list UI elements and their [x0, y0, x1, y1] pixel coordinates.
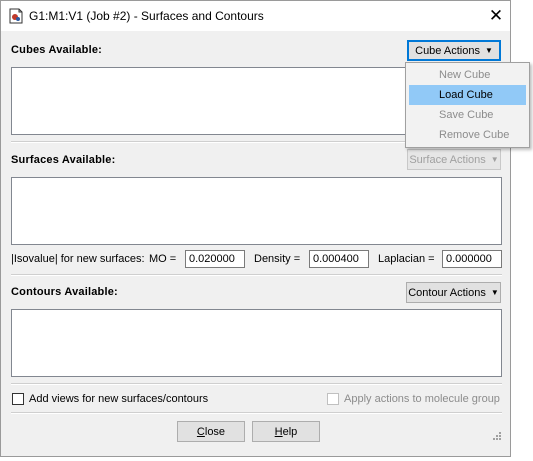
surfaces-list[interactable] — [11, 177, 502, 245]
help-button[interactable]: Help — [252, 421, 320, 442]
isovalue-label: |Isovalue| for new surfaces: — [11, 253, 145, 265]
help-button-label: Help — [274, 425, 298, 438]
divider — [11, 412, 502, 414]
app-document-icon — [9, 8, 23, 24]
surface-actions-button[interactable]: Surface Actions ▼ — [407, 149, 501, 170]
divider — [11, 383, 502, 385]
chevron-down-icon: ▼ — [484, 46, 493, 55]
close-window-icon[interactable]: ✕ — [479, 3, 513, 29]
laplacian-isovalue-field[interactable] — [442, 250, 502, 268]
cubes-heading: Cubes Available: — [11, 44, 103, 56]
close-button-label: Close — [196, 425, 226, 438]
menu-item-new-cube[interactable]: New Cube — [409, 65, 526, 85]
cube-actions-label: Cube Actions — [415, 44, 480, 57]
mo-label: MO = — [149, 253, 177, 265]
add-views-label: Add views for new surfaces/contours — [29, 393, 209, 405]
contours-list[interactable] — [11, 309, 502, 377]
chevron-down-icon: ▼ — [490, 155, 499, 164]
density-label: Density = — [254, 253, 301, 265]
apply-group-label: Apply actions to molecule group — [344, 393, 500, 405]
apply-group-checkbox[interactable] — [327, 393, 339, 405]
surfaces-heading: Surfaces Available: — [11, 154, 116, 166]
cube-actions-button[interactable]: Cube Actions ▼ — [407, 40, 501, 61]
mo-isovalue-field[interactable] — [185, 250, 245, 268]
density-isovalue-field[interactable] — [309, 250, 369, 268]
add-views-checkbox[interactable] — [12, 393, 24, 405]
divider — [11, 274, 502, 276]
laplacian-label: Laplacian = — [378, 253, 435, 265]
contours-heading: Contours Available: — [11, 286, 118, 298]
chevron-down-icon: ▼ — [490, 288, 499, 297]
menu-item-remove-cube[interactable]: Remove Cube — [409, 125, 526, 145]
surface-actions-label: Surface Actions — [409, 153, 486, 166]
close-button[interactable]: Close — [177, 421, 245, 442]
title-bar[interactable]: G1:M1:V1 (Job #2) - Surfaces and Contour… — [1, 1, 510, 31]
cube-actions-menu: New Cube Load Cube Save Cube Remove Cube — [405, 62, 530, 148]
menu-item-save-cube[interactable]: Save Cube — [409, 105, 526, 125]
window-title: G1:M1:V1 (Job #2) - Surfaces and Contour… — [29, 9, 264, 23]
menu-item-load-cube[interactable]: Load Cube — [409, 85, 526, 105]
contour-actions-button[interactable]: Contour Actions ▼ — [406, 282, 501, 303]
contour-actions-label: Contour Actions — [408, 286, 486, 299]
resize-grip-icon[interactable] — [492, 431, 502, 441]
